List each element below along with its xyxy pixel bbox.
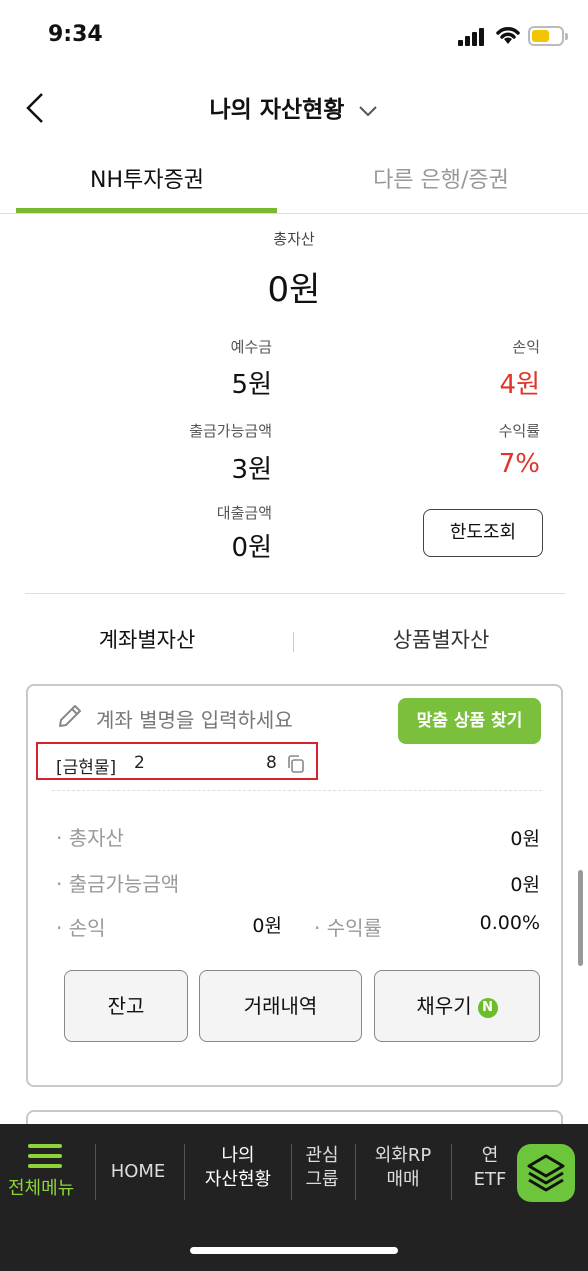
institution-tabs: NH투자증권 다른 은행/증권 (0, 142, 588, 214)
pnl-value: 4원 (499, 370, 540, 400)
fill-button-label: 채우기 (416, 994, 472, 1018)
asset-view-tabs: 계좌별자산 상품별자산 (0, 610, 588, 670)
nav-etf-line1: 연 (481, 1145, 499, 1166)
nav-fx-line1: 외화RP (374, 1145, 432, 1166)
nav-my-assets-line2: 자산현황 (204, 1169, 272, 1190)
hamburger-menu-icon[interactable] (28, 1144, 62, 1168)
scrollbar[interactable] (578, 870, 583, 966)
tab-nh[interactable]: NH투자증권 (0, 142, 294, 214)
return-value: 7% (498, 449, 540, 479)
nav-etf-line2: ETF (473, 1169, 507, 1190)
nav-fx-rp[interactable]: 외화RP 매매 (360, 1144, 446, 1204)
loan-label: 대출금액 (216, 504, 272, 522)
card-return-value: 0.00% (479, 912, 540, 934)
home-indicator (190, 1247, 398, 1254)
return-label: 수익률 (498, 422, 540, 440)
withdrawable-label: 출금가능금액 (189, 422, 272, 440)
status-time: 9:34 (48, 22, 103, 47)
all-menu-label[interactable]: 전체메뉴 (8, 1174, 74, 1200)
deposit-value: 5원 (231, 370, 272, 400)
nav-fx-line2: 매매 (386, 1169, 420, 1190)
card-pnl-value: 0원 (252, 915, 282, 937)
battery-icon (528, 26, 568, 46)
page-title[interactable]: 나의 자산현황 (0, 90, 588, 124)
status-bar: 9:34 (0, 0, 588, 70)
tab-by-product[interactable]: 상품별자산 (294, 624, 588, 654)
card-total-label: · 총자산 (56, 826, 124, 850)
account-type: [금현물] (56, 758, 117, 778)
dashed-divider (52, 790, 542, 791)
loan-value: 0원 (231, 533, 272, 563)
layers-fab-button[interactable] (517, 1144, 575, 1202)
nav-home[interactable]: HOME (100, 1160, 176, 1220)
card-total-value: 0원 (510, 828, 540, 850)
pnl-label: 손익 (512, 338, 540, 356)
limit-inquiry-button[interactable]: 한도조회 (423, 509, 543, 557)
layers-icon (527, 1154, 565, 1192)
withdrawable-value: 3원 (231, 455, 272, 485)
signal-icon (458, 28, 486, 46)
new-badge: N (477, 997, 498, 1018)
nav-separator (95, 1144, 96, 1200)
active-tab-indicator (16, 208, 277, 213)
chevron-down-icon (359, 105, 378, 116)
tab-other-banks[interactable]: 다른 은행/증권 (294, 142, 588, 214)
find-products-button[interactable]: 맞춤 상품 찾기 (398, 698, 541, 744)
nav-my-assets[interactable]: 나의 자산현황 (190, 1144, 286, 1204)
total-assets-label: 총자산 (273, 230, 315, 248)
wifi-icon (496, 27, 520, 44)
account-number-end: 8 (266, 753, 277, 773)
nav-etf[interactable]: 연 ETF (460, 1144, 520, 1204)
nav-separator (291, 1144, 292, 1200)
nav-separator (184, 1144, 185, 1200)
nav-my-assets-line1: 나의 (221, 1145, 255, 1166)
nav-home-label: HOME (110, 1161, 166, 1182)
divider (25, 593, 565, 594)
card-withdrawable-label: · 출금가능금액 (56, 872, 180, 896)
pencil-icon[interactable] (56, 702, 84, 730)
account-card: 계좌 별명을 입력하세요 맞춤 상품 찾기 [금현물] 2 8 · 총자산 0원… (26, 684, 563, 1087)
total-assets-value: 0원 (267, 270, 321, 310)
card-pnl-label: · 손익 (56, 916, 106, 940)
account-number-row: [금현물] 2 8 (36, 742, 318, 780)
nav-watch-line1: 관심 (305, 1145, 339, 1166)
card-withdrawable-value: 0원 (510, 874, 540, 896)
balance-button[interactable]: 잔고 (64, 970, 188, 1042)
copy-icon[interactable] (286, 754, 306, 774)
nav-separator (451, 1144, 452, 1200)
header: 나의 자산현황 (0, 70, 588, 142)
card-return-label: · 수익률 (314, 916, 382, 940)
account-number-start: 2 (134, 753, 145, 773)
transaction-history-button[interactable]: 거래내역 (199, 970, 362, 1042)
nav-watch-group[interactable]: 관심 그룹 (296, 1144, 348, 1204)
fill-button[interactable]: 채우기 N (374, 970, 540, 1042)
nav-watch-line2: 그룹 (305, 1169, 339, 1190)
nav-separator (355, 1144, 356, 1200)
account-nickname-input[interactable]: 계좌 별명을 입력하세요 (96, 704, 293, 733)
deposit-label: 예수금 (230, 338, 272, 356)
tab-by-account[interactable]: 계좌별자산 (0, 624, 294, 654)
